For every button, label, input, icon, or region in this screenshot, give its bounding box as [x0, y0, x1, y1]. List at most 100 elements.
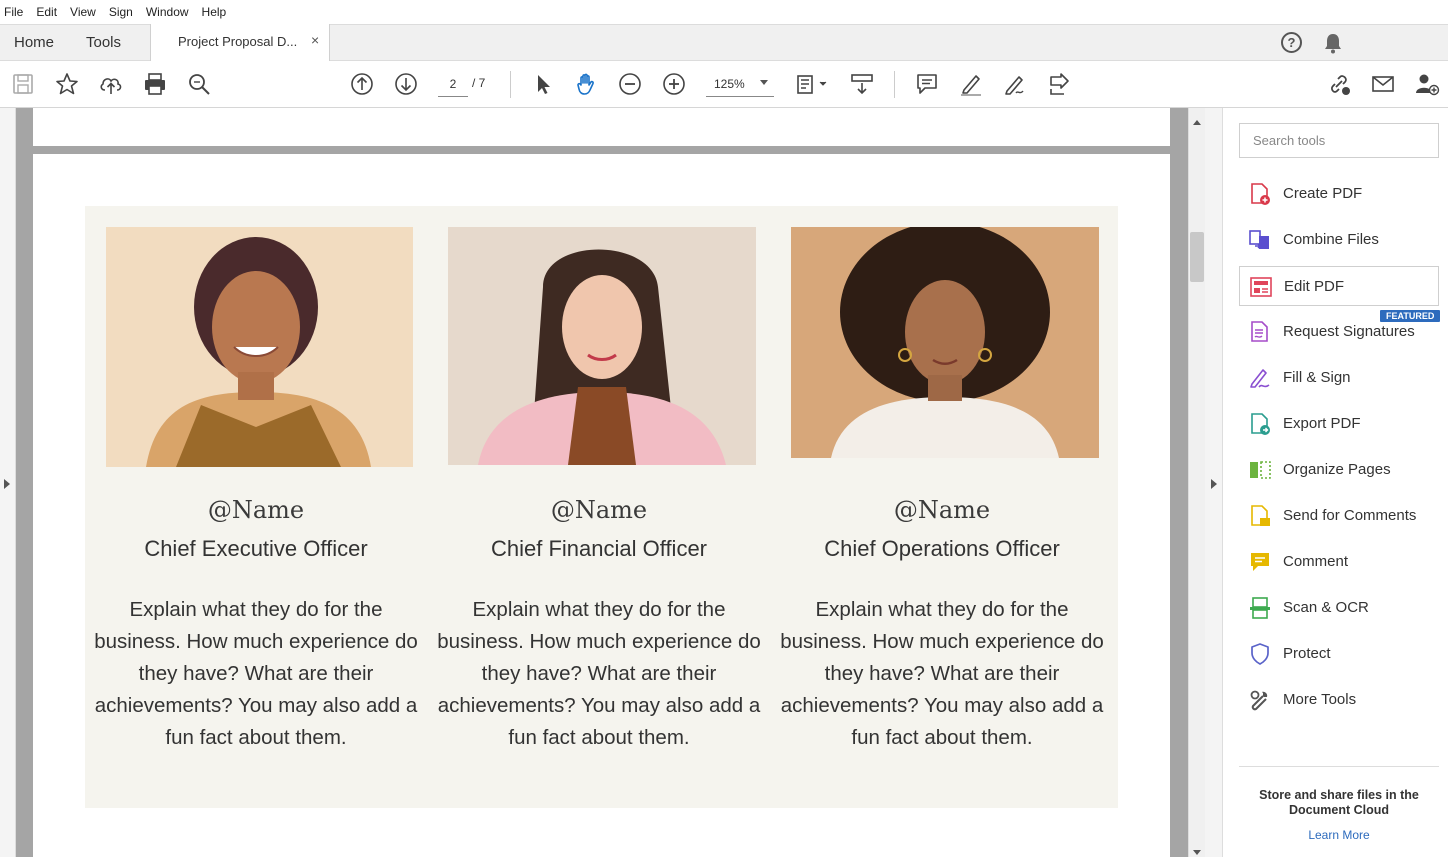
member-description: Explain what they do for the business. H… — [94, 598, 418, 749]
star-icon[interactable] — [54, 71, 80, 97]
featured-badge: FEATURED — [1380, 310, 1441, 322]
cloud-upload-icon[interactable] — [98, 71, 124, 97]
print-icon[interactable] — [142, 71, 168, 97]
pdf-page-current: @Name Chief Executive Officer Explain wh… — [33, 154, 1170, 857]
highlight-pen-icon[interactable] — [958, 71, 984, 97]
tool-export-pdf[interactable]: Export PDF — [1239, 404, 1439, 444]
toolbar-divider — [894, 71, 895, 98]
member-description: Explain what they do for the business. H… — [780, 598, 1104, 749]
create-pdf-icon — [1248, 182, 1272, 206]
search-icon[interactable] — [186, 71, 212, 97]
combine-files-icon — [1248, 228, 1272, 252]
request-signatures-icon — [1248, 320, 1272, 344]
save-icon[interactable] — [10, 71, 36, 97]
comment-icon — [1248, 550, 1272, 574]
tool-create-pdf[interactable]: Create PDF — [1239, 174, 1439, 214]
toolbar-divider — [510, 71, 511, 98]
tool-label: Create PDF — [1283, 185, 1363, 202]
member-role: Chief Executive Officer — [144, 536, 368, 561]
scroll-mode-icon[interactable] — [849, 71, 875, 97]
tool-label: Comment — [1283, 553, 1349, 570]
scan-ocr-icon — [1248, 596, 1272, 620]
chevron-right-icon — [1211, 479, 1217, 489]
menu-help[interactable]: Help — [202, 5, 227, 19]
share-link-icon[interactable] — [1326, 71, 1352, 97]
toolbar: 2 / 7 125% — [0, 61, 1448, 108]
menu-file[interactable]: File — [4, 5, 23, 19]
comment-icon[interactable] — [914, 71, 940, 97]
profile-photo — [106, 227, 413, 467]
menu-sign[interactable]: Sign — [109, 5, 133, 19]
tool-label: Fill & Sign — [1283, 369, 1351, 386]
zoom-select[interactable]: 125% — [706, 75, 774, 97]
scroll-up-icon[interactable] — [1193, 120, 1201, 125]
zoom-in-icon[interactable] — [661, 71, 687, 97]
scroll-down-icon[interactable] — [1193, 850, 1201, 855]
tool-label: More Tools — [1283, 691, 1357, 708]
profile-photo — [448, 227, 756, 465]
menu-edit[interactable]: Edit — [36, 5, 57, 19]
learn-more-link[interactable]: Learn More — [1239, 828, 1439, 842]
tool-combine-files[interactable]: Combine Files — [1239, 220, 1439, 260]
member-role: Chief Financial Officer — [490, 536, 707, 561]
zoom-out-icon[interactable] — [617, 71, 643, 97]
right-panel-toggle[interactable] — [1205, 108, 1223, 857]
member-handle: @Name — [207, 496, 305, 524]
edit-pdf-icon — [1249, 275, 1273, 299]
scrollbar-thumb[interactable] — [1190, 232, 1204, 282]
cloud-promo-text: Store and share files in the Document Cl… — [1259, 788, 1419, 817]
tab-bar: Home Tools Project Proposal D... × ? — [0, 24, 1448, 61]
vertical-scrollbar[interactable] — [1188, 108, 1205, 857]
tab-tools[interactable]: Tools — [86, 34, 121, 51]
tool-scan-ocr[interactable]: Scan & OCR — [1239, 588, 1439, 628]
tool-label: Export PDF — [1283, 415, 1361, 432]
hand-tool-icon[interactable] — [573, 71, 599, 97]
chevron-down-icon — [760, 80, 768, 85]
sign-icon[interactable] — [1002, 71, 1028, 97]
team-card: @Name Chief Financial Officer Explain wh… — [429, 206, 769, 808]
help-icon[interactable]: ? — [1281, 32, 1302, 53]
tool-protect[interactable]: Protect — [1239, 634, 1439, 674]
fit-page-icon[interactable] — [796, 71, 830, 97]
organize-pages-icon — [1248, 458, 1272, 482]
tab-document-label: Project Proposal D... — [178, 34, 298, 49]
tool-label: Scan & OCR — [1283, 599, 1369, 616]
pdf-page-previous — [33, 108, 1170, 146]
tool-send-for-comments[interactable]: Send for Comments — [1239, 496, 1439, 536]
zoom-value: 125% — [714, 77, 745, 91]
tools-pane: Search tools Create PDF Combine Files Ed… — [1224, 108, 1448, 857]
select-cursor-icon[interactable] — [530, 71, 556, 97]
tab-document[interactable]: Project Proposal D... × — [150, 24, 330, 61]
tool-label: Protect — [1283, 645, 1331, 662]
menu-view[interactable]: View — [70, 5, 96, 19]
protect-icon — [1248, 642, 1272, 666]
tool-comment[interactable]: Comment — [1239, 542, 1439, 582]
tool-edit-pdf[interactable]: Edit PDF — [1239, 266, 1439, 306]
more-tools-icon — [1248, 688, 1272, 712]
tool-label: Combine Files — [1283, 231, 1379, 248]
fill-sign-icon — [1248, 366, 1272, 390]
tool-organize-pages[interactable]: Organize Pages — [1239, 450, 1439, 490]
menu-window[interactable]: Window — [146, 5, 189, 19]
left-panel-toggle[interactable] — [0, 108, 16, 857]
email-icon[interactable] — [1370, 71, 1396, 97]
tool-more-tools[interactable]: More Tools — [1239, 680, 1439, 720]
page-down-icon[interactable] — [393, 71, 419, 97]
add-user-icon[interactable] — [1414, 71, 1440, 97]
bell-icon[interactable] — [1323, 32, 1343, 54]
page-up-icon[interactable] — [349, 71, 375, 97]
search-tools-input[interactable]: Search tools — [1239, 123, 1439, 158]
page-number-input[interactable]: 2 — [438, 75, 468, 97]
tool-label: Edit PDF — [1284, 278, 1345, 295]
edit-document-icon[interactable] — [1046, 71, 1072, 97]
tab-home[interactable]: Home — [14, 34, 54, 51]
tool-label: Request Signatures — [1283, 323, 1415, 340]
team-card: @Name Chief Operations Officer Explain w… — [772, 206, 1112, 808]
page-total: / 7 — [472, 76, 486, 90]
close-icon[interactable]: × — [311, 32, 319, 48]
document-canvas[interactable]: @Name Chief Executive Officer Explain wh… — [16, 108, 1188, 857]
tool-label: Organize Pages — [1283, 461, 1391, 478]
member-handle: @Name — [893, 496, 991, 524]
tool-fill-sign[interactable]: Fill & Sign — [1239, 358, 1439, 398]
tool-request-signatures[interactable]: FEATURED Request Signatures — [1239, 310, 1441, 352]
